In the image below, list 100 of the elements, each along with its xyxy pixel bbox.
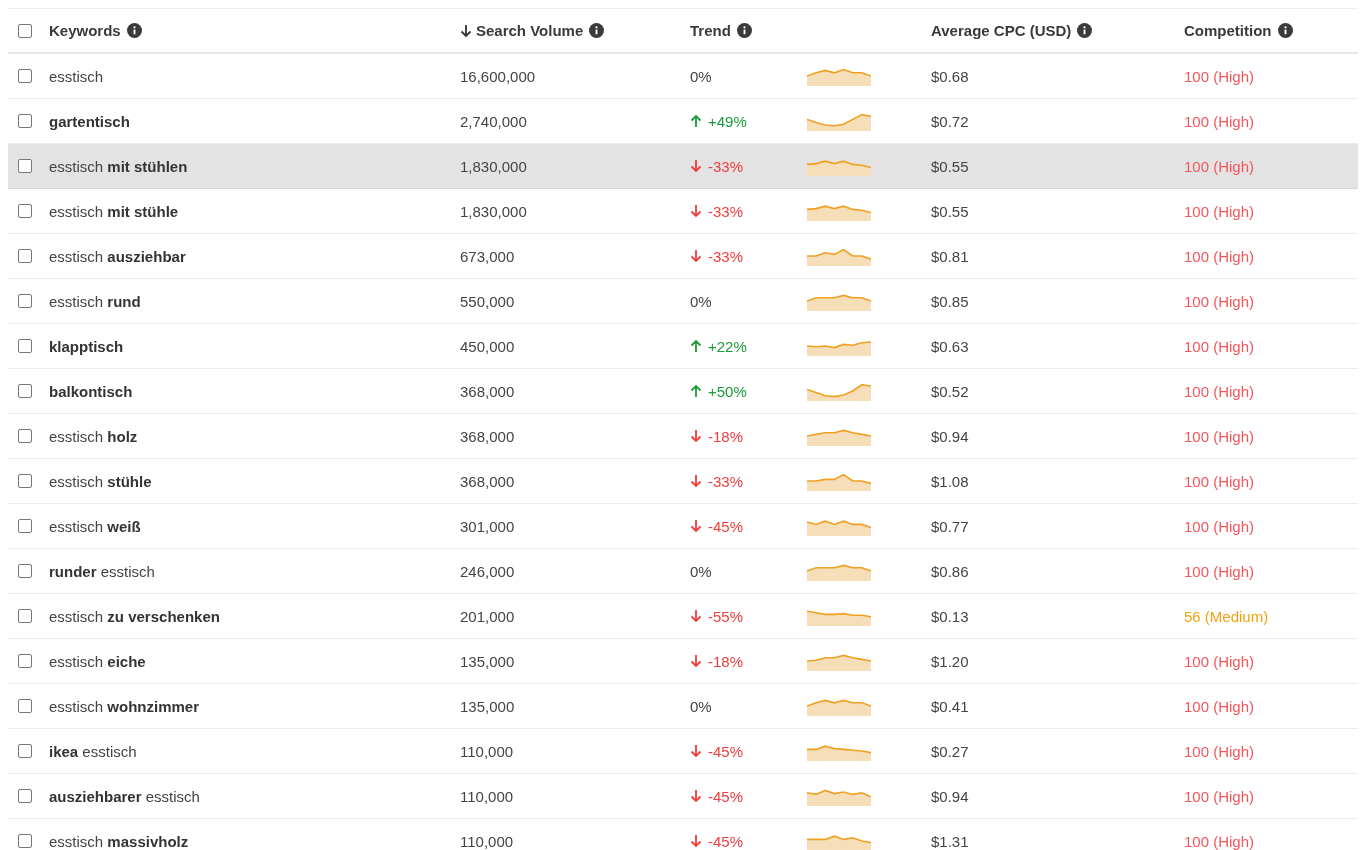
- search-volume: 110,000: [460, 742, 514, 760]
- average-cpc: $0.85: [931, 292, 969, 310]
- average-cpc: $0.94: [931, 427, 969, 445]
- info-icon[interactable]: [736, 23, 752, 38]
- row-checkbox[interactable]: [17, 294, 32, 308]
- column-header[interactable]: Average CPC (USD): [931, 22, 1072, 39]
- keyword-text: esstisch ausziehbar: [49, 247, 186, 265]
- info-icon[interactable]: [589, 23, 605, 38]
- trend-percent: 0%: [690, 67, 712, 85]
- column-header[interactable]: Keywords: [49, 22, 121, 39]
- search-volume: 135,000: [460, 652, 515, 670]
- keyword-text: ausziehbarer esstisch: [49, 787, 200, 805]
- average-cpc: $1.08: [931, 472, 969, 490]
- trend-percent: -33%: [708, 472, 744, 490]
- row-checkbox[interactable]: [17, 654, 32, 668]
- trend-percent: -45%: [708, 832, 744, 850]
- search-volume: 201,000: [460, 607, 515, 625]
- trend-sparkline: [807, 471, 871, 491]
- competition-value: 100 (High): [1184, 157, 1255, 175]
- average-cpc: $0.81: [931, 247, 969, 265]
- row-checkbox[interactable]: [17, 699, 32, 713]
- trend-percent: +22%: [708, 337, 747, 355]
- search-volume: 246,000: [460, 562, 515, 580]
- info-icon[interactable]: [126, 23, 142, 38]
- info-icon[interactable]: [1277, 23, 1293, 38]
- trend-percent: -33%: [708, 157, 744, 175]
- competition-value: 100 (High): [1184, 112, 1255, 130]
- row-checkbox[interactable]: [17, 114, 32, 128]
- competition-value: 100 (High): [1184, 832, 1255, 850]
- trend-percent: 0%: [690, 562, 712, 580]
- trend-sparkline: [807, 246, 871, 266]
- info-icon[interactable]: [1077, 23, 1093, 38]
- competition-value: 100 (High): [1184, 472, 1255, 490]
- row-checkbox[interactable]: [17, 609, 32, 623]
- keyword-text: esstisch eiche: [49, 652, 146, 670]
- average-cpc: $0.86: [931, 562, 969, 580]
- row-checkbox[interactable]: [17, 744, 32, 758]
- row-checkbox[interactable]: [17, 564, 32, 578]
- row-checkbox[interactable]: [17, 339, 32, 353]
- column-header[interactable]: Trend: [690, 22, 731, 39]
- trend-percent: -33%: [708, 247, 744, 265]
- trend-percent: +50%: [708, 382, 747, 400]
- search-volume: 673,000: [460, 247, 515, 265]
- competition-value: 100 (High): [1184, 247, 1255, 265]
- keyword-text: klapptisch: [49, 337, 124, 355]
- trend-sparkline: [807, 66, 871, 86]
- average-cpc: $1.20: [931, 652, 969, 670]
- keyword-text: esstisch weiß: [49, 517, 141, 535]
- row-checkbox[interactable]: [17, 69, 32, 83]
- competition-value: 100 (High): [1184, 382, 1255, 400]
- competition-value: 100 (High): [1184, 67, 1255, 85]
- row-checkbox[interactable]: [17, 384, 32, 398]
- competition-value: 56 (Medium): [1184, 607, 1269, 625]
- table-row[interactable]: esstisch mit stühlen 1,830,000 -33% $0.55 100 (High): [8, 144, 1358, 189]
- competition-value: 100 (High): [1184, 697, 1255, 715]
- keyword-text: esstisch massivholz: [49, 832, 189, 850]
- trend-percent: -45%: [708, 742, 744, 760]
- search-volume: 368,000: [460, 472, 515, 490]
- competition-value: 100 (High): [1184, 292, 1255, 310]
- competition-value: 100 (High): [1184, 202, 1255, 220]
- search-volume: 16,600,000: [460, 67, 536, 85]
- trend-percent: -18%: [708, 427, 744, 445]
- average-cpc: $0.77: [931, 517, 969, 535]
- column-header[interactable]: Competition: [1184, 22, 1272, 39]
- row-checkbox[interactable]: [17, 429, 32, 443]
- column-header[interactable]: Search Volume: [476, 22, 584, 39]
- average-cpc: $0.27: [931, 742, 969, 760]
- sort-arrow-down-icon[interactable]: [460, 23, 472, 38]
- trend-percent: -55%: [708, 607, 744, 625]
- search-volume: 110,000: [460, 787, 514, 805]
- competition-value: 100 (High): [1184, 517, 1255, 535]
- select-all-checkbox[interactable]: [17, 23, 32, 38]
- trend-percent: -45%: [708, 517, 744, 535]
- row-checkbox[interactable]: [17, 519, 32, 533]
- trend-percent: +49%: [708, 112, 747, 130]
- average-cpc: $0.52: [931, 382, 969, 400]
- search-volume: 135,000: [460, 697, 515, 715]
- row-checkbox[interactable]: [17, 159, 32, 173]
- competition-value: 100 (High): [1184, 337, 1255, 355]
- trend-percent: 0%: [690, 292, 712, 310]
- average-cpc: $0.13: [931, 607, 969, 625]
- trend-sparkline: [807, 111, 871, 131]
- row-checkbox[interactable]: [17, 204, 32, 218]
- row-checkbox[interactable]: [17, 249, 32, 263]
- row-checkbox[interactable]: [17, 474, 32, 488]
- search-volume: 301,000: [460, 517, 515, 535]
- trend-sparkline: [807, 381, 871, 401]
- average-cpc: $0.63: [931, 337, 969, 355]
- row-checkbox[interactable]: [17, 789, 32, 803]
- competition-value: 100 (High): [1184, 652, 1255, 670]
- search-volume: 1,830,000: [460, 202, 527, 220]
- search-volume: 1,830,000: [460, 157, 527, 175]
- keyword-text: esstisch rund: [49, 292, 141, 310]
- keyword-text: ikea esstisch: [49, 742, 137, 760]
- average-cpc: $0.55: [931, 157, 969, 175]
- row-checkbox[interactable]: [17, 834, 32, 848]
- keyword-text: balkontisch: [49, 382, 133, 400]
- keyword-text: esstisch mit stühlen: [49, 157, 188, 175]
- average-cpc: $1.31: [931, 832, 969, 850]
- keyword-text: esstisch: [49, 67, 104, 85]
